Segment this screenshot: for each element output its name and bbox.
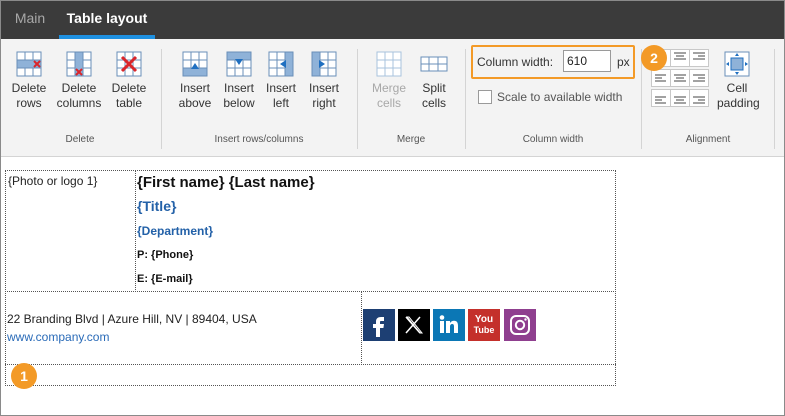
delete-columns-label-2: columns — [56, 96, 102, 110]
align-bottom-center-icon — [674, 96, 686, 104]
delete-table-button[interactable]: Delete table — [109, 49, 149, 129]
scale-to-width-label: Scale to available width — [497, 90, 623, 104]
group-label-column-width: Column width — [522, 134, 584, 145]
split-cells-icon — [420, 56, 448, 72]
tab-bar: Main Table layout — [1, 1, 784, 39]
align-bottom-right-icon — [693, 96, 705, 104]
align-bottom-left-icon — [655, 96, 666, 104]
row-divider — [5, 291, 616, 292]
step-badge-1: 1 — [11, 363, 37, 389]
tab-main[interactable]: Main — [1, 1, 59, 39]
align-middle-center-button[interactable] — [670, 69, 690, 87]
align-top-right-icon — [693, 52, 705, 60]
delete-table-icon — [116, 51, 142, 77]
insert-above-label-1: Insert — [179, 81, 210, 95]
facebook-icon[interactable] — [363, 309, 395, 341]
separator — [161, 49, 162, 149]
align-middle-center-icon — [674, 74, 686, 82]
align-top-center-icon — [674, 52, 686, 60]
photo-cell[interactable] — [5, 170, 136, 292]
cell-padding-button[interactable]: Cell padding — [717, 49, 760, 129]
separator — [774, 49, 775, 149]
photo-placeholder[interactable]: {Photo or logo 1} — [8, 174, 97, 188]
align-middle-left-icon — [655, 74, 666, 82]
insert-right-label-1: Insert — [308, 81, 339, 95]
align-middle-right-icon — [693, 74, 705, 82]
insert-above-label-2: above — [178, 96, 212, 110]
insert-right-icon — [311, 51, 337, 77]
phone[interactable]: P: {Phone} — [137, 249, 193, 261]
group-label-insert: Insert rows/columns — [214, 134, 304, 145]
insert-left-icon — [268, 51, 294, 77]
column-width-input[interactable] — [563, 50, 611, 72]
align-bottom-left-button[interactable] — [651, 89, 671, 107]
ribbon-toolbar: Delete rows Delete columns Delete table — [1, 39, 784, 157]
insert-right-label-2: right — [312, 96, 336, 110]
editor-window: Main Table layout Delete rows Delete col… — [0, 0, 785, 416]
tab-table-layout[interactable]: Table layout — [59, 1, 155, 39]
insert-left-button[interactable]: Insert left — [262, 49, 300, 129]
youtube-icon[interactable]: You Tube — [468, 309, 500, 341]
separator — [465, 49, 466, 149]
delete-rows-label-1: Delete — [11, 81, 47, 95]
insert-right-button[interactable]: Insert right — [305, 49, 343, 129]
cell-padding-label-1: Cell — [726, 81, 748, 95]
merge-cells-label-2: cells — [376, 96, 401, 110]
align-bottom-right-button[interactable] — [689, 89, 709, 107]
column-width-label: Column width: — [477, 55, 554, 69]
align-top-center-button[interactable] — [670, 49, 690, 67]
address[interactable]: 22 Branding Blvd | Azure Hill, NV | 8940… — [7, 312, 257, 326]
department[interactable]: {Department} — [137, 224, 213, 238]
align-top-right-button[interactable] — [689, 49, 709, 67]
align-bottom-center-button[interactable] — [670, 89, 690, 107]
delete-rows-icon — [16, 51, 42, 77]
merge-cells-label-1: Merge — [371, 81, 406, 95]
row-divider — [5, 364, 616, 365]
youtube-text-2: Tube — [473, 325, 495, 335]
x-icon[interactable] — [398, 309, 430, 341]
instagram-icon[interactable] — [504, 309, 536, 341]
email[interactable]: E: {E-mail} — [137, 273, 193, 285]
separator — [357, 49, 358, 149]
column-divider — [361, 291, 362, 365]
job-title[interactable]: {Title} — [137, 198, 176, 214]
split-cells-label-1: Split — [422, 81, 446, 95]
delete-table-label-1: Delete — [111, 81, 147, 95]
group-label-merge: Merge — [396, 134, 426, 145]
insert-below-button[interactable]: Insert below — [219, 49, 259, 129]
insert-above-icon — [182, 51, 208, 77]
split-cells-button[interactable]: Split cells — [415, 49, 453, 129]
split-cells-label-2: cells — [421, 96, 446, 110]
insert-below-icon — [226, 51, 252, 77]
insert-left-label-2: left — [272, 96, 289, 110]
cell-padding-label-2: padding — [717, 96, 760, 110]
delete-columns-label-1: Delete — [61, 81, 97, 95]
column-width-unit: px — [617, 55, 630, 69]
delete-rows-label-2: rows — [16, 96, 42, 110]
linkedin-icon[interactable] — [433, 309, 465, 341]
youtube-text-1: You — [474, 314, 494, 325]
insert-below-label-1: Insert — [223, 81, 254, 95]
cell-padding-icon — [724, 51, 750, 77]
align-middle-left-button[interactable] — [651, 69, 671, 87]
group-label-alignment: Alignment — [685, 134, 731, 145]
merge-cells-button[interactable]: Merge cells — [369, 49, 409, 129]
insert-below-label-2: below — [223, 96, 255, 110]
step-badge-2: 2 — [641, 45, 667, 71]
delete-columns-button[interactable]: Delete columns — [55, 49, 103, 129]
insert-above-button[interactable]: Insert above — [175, 49, 215, 129]
website-link[interactable]: www.company.com — [7, 330, 109, 344]
delete-table-label-2: table — [115, 96, 143, 110]
delete-rows-button[interactable]: Delete rows — [9, 49, 49, 129]
group-label-delete: Delete — [65, 134, 95, 145]
scale-to-width-checkbox[interactable] — [478, 90, 492, 104]
delete-columns-icon — [66, 51, 92, 77]
merge-cells-icon — [376, 51, 402, 77]
align-middle-right-button[interactable] — [689, 69, 709, 87]
full-name[interactable]: {First name} {Last name} — [137, 174, 315, 191]
insert-left-label-1: Insert — [265, 81, 296, 95]
